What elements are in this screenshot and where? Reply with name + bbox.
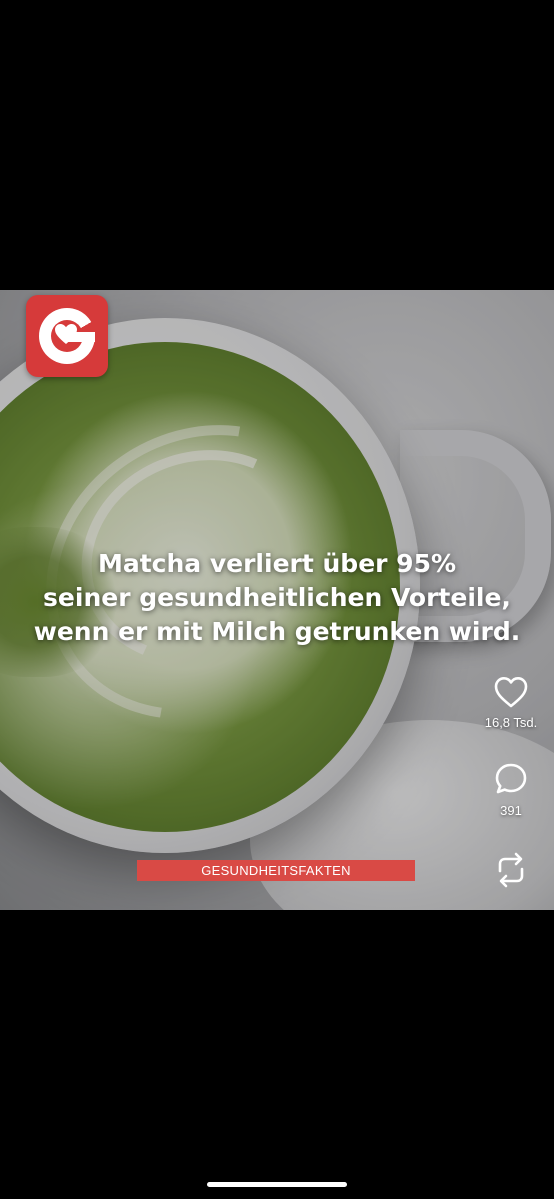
heart-logo-icon	[55, 324, 77, 344]
comment-icon	[495, 763, 527, 794]
like-count: 16,8 Tsd.	[484, 715, 538, 730]
comment-count: 391	[500, 803, 522, 818]
brand-logo[interactable]	[26, 295, 108, 377]
headline-line: wenn er mit Milch getrunken wird.	[33, 617, 521, 646]
comment-button[interactable]: 391	[480, 761, 542, 818]
headline: Matcha verliert über 95% seiner gesundhe…	[0, 547, 554, 649]
repost-button[interactable]	[480, 850, 542, 890]
headline-line: Matcha verliert über 95%	[97, 549, 457, 578]
repost-icon	[498, 852, 524, 888]
post-image[interactable]: Matcha verliert über 95% seiner gesundhe…	[0, 290, 554, 910]
home-indicator[interactable]	[207, 1182, 347, 1187]
like-button[interactable]: 16,8 Tsd.	[480, 675, 542, 730]
heart-icon	[494, 677, 528, 708]
headline-line: seiner gesundheitlichen Vorteile,	[43, 583, 511, 612]
category-badge: GESUNDHEITSFAKTEN	[137, 860, 415, 881]
